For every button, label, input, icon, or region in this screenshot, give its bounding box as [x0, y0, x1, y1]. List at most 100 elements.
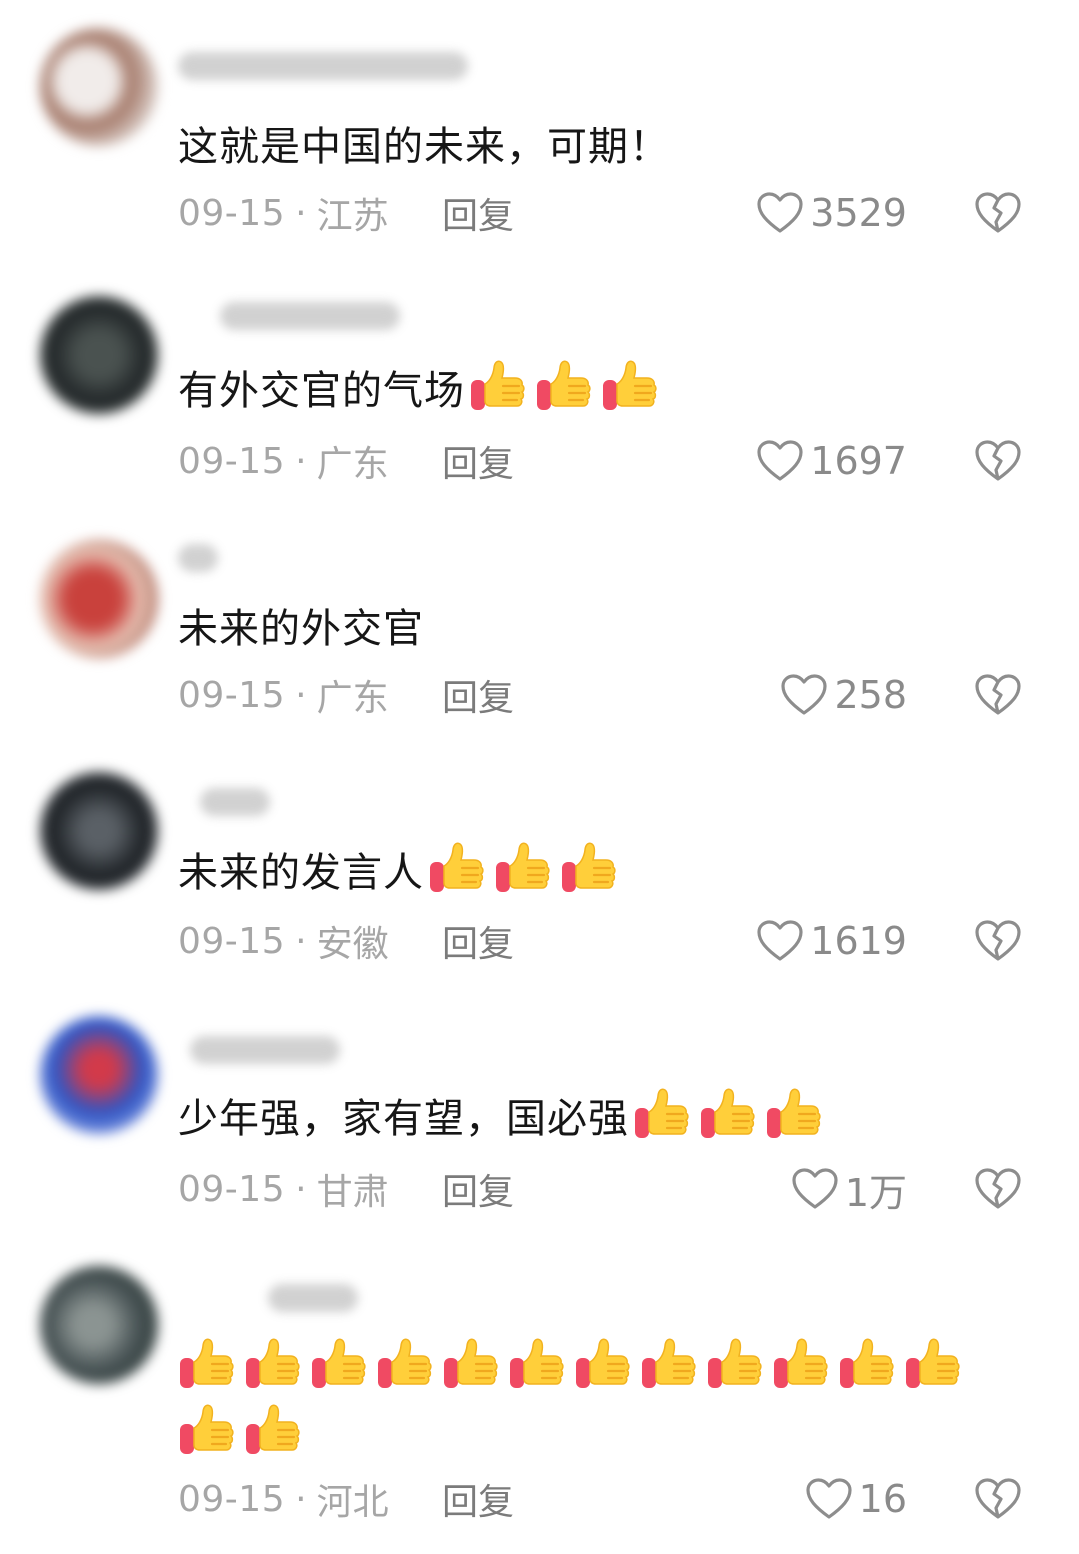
comment-meta: 09-15 · 河北 — [178, 1474, 389, 1524]
comment-location: 江苏 — [316, 196, 389, 237]
like-count: 16 — [858, 1477, 907, 1521]
comment-date: 09-15 — [178, 192, 286, 234]
dislike-button[interactable] — [974, 1474, 1022, 1524]
like-button[interactable]: 1619 — [756, 916, 907, 966]
thumbs-up-emoji — [178, 1400, 236, 1458]
thumbs-up-emoji — [428, 838, 486, 896]
reply-button[interactable]: 回复 — [442, 188, 514, 238]
emoji-group — [469, 356, 659, 414]
comment-date: 09-15 — [178, 1478, 286, 1520]
comment-location: 广东 — [316, 444, 389, 485]
comment-text: 未来的发言人 — [178, 838, 1019, 904]
broken-heart-icon — [974, 191, 1022, 235]
comment-date: 09-15 — [178, 674, 286, 716]
thumbs-up-emoji — [178, 1334, 236, 1392]
dislike-button[interactable] — [974, 1164, 1022, 1214]
thumbs-up-emoji — [904, 1334, 962, 1392]
comment-date: 09-15 — [178, 440, 286, 482]
avatar[interactable] — [40, 540, 158, 658]
thumbs-up-emoji — [699, 1084, 757, 1142]
comment-date: 09-15 — [178, 920, 286, 962]
comment-location: 安徽 — [316, 924, 389, 965]
dislike-button[interactable] — [974, 670, 1022, 720]
reply-button[interactable]: 回复 — [442, 1164, 514, 1214]
like-count: 1619 — [810, 919, 907, 963]
thumbs-up-emoji — [469, 356, 527, 414]
thumbs-up-emoji — [772, 1334, 830, 1392]
comment-text: 未来的外交官 — [178, 606, 424, 652]
comment-meta: 09-15 · 广东 — [178, 670, 389, 720]
username-blurred[interactable] — [200, 788, 270, 816]
thumbs-up-emoji — [376, 1334, 434, 1392]
heart-outline-icon — [791, 1167, 839, 1211]
avatar[interactable] — [40, 296, 158, 414]
comment-text: 少年强，家有望，国必强 — [178, 1084, 1019, 1150]
meta-separator: · — [295, 440, 307, 482]
username-blurred[interactable] — [190, 1036, 340, 1064]
like-button[interactable]: 1697 — [756, 436, 907, 486]
avatar[interactable] — [40, 1266, 158, 1384]
comment-meta: 09-15 · 安徽 — [178, 916, 389, 966]
emoji-block — [178, 1334, 978, 1458]
thumbs-up-emoji — [494, 838, 552, 896]
username-blurred[interactable] — [178, 52, 468, 80]
thumbs-up-emoji — [574, 1334, 632, 1392]
broken-heart-icon — [974, 673, 1022, 717]
broken-heart-icon — [974, 1477, 1022, 1521]
avatar[interactable] — [40, 28, 158, 146]
thumbs-up-emoji — [640, 1334, 698, 1392]
dislike-button[interactable] — [974, 916, 1022, 966]
reply-button[interactable]: 回复 — [442, 436, 514, 486]
thumbs-up-emoji — [601, 356, 659, 414]
thumbs-up-emoji — [244, 1334, 302, 1392]
like-count: 1697 — [810, 439, 907, 483]
avatar[interactable] — [40, 1016, 158, 1134]
thumbs-up-emoji — [442, 1334, 500, 1392]
like-button[interactable]: 3529 — [756, 188, 907, 238]
broken-heart-icon — [974, 439, 1022, 483]
heart-outline-icon — [805, 1477, 853, 1521]
comment-meta: 09-15 · 甘肃 — [178, 1164, 389, 1214]
comment-meta: 09-15 · 广东 — [178, 436, 389, 486]
thumbs-up-emoji — [535, 356, 593, 414]
username-blurred[interactable] — [268, 1284, 358, 1312]
avatar[interactable] — [40, 772, 158, 890]
meta-separator: · — [295, 920, 307, 962]
dislike-button[interactable] — [974, 188, 1022, 238]
reply-button[interactable]: 回复 — [442, 670, 514, 720]
thumbs-up-emoji — [244, 1400, 302, 1458]
username-blurred[interactable] — [178, 544, 218, 572]
thumbs-up-emoji — [765, 1084, 823, 1142]
reply-button[interactable]: 回复 — [442, 916, 514, 966]
comment-text: 这就是中国的未来，可期！ — [178, 124, 670, 170]
username-blurred[interactable] — [220, 302, 400, 330]
meta-separator: · — [295, 1168, 307, 1210]
comment-location: 广东 — [316, 678, 389, 719]
heart-outline-icon — [756, 919, 804, 963]
emoji-group — [428, 838, 618, 896]
meta-separator: · — [295, 192, 307, 234]
like-button[interactable]: 1万 — [791, 1164, 907, 1215]
heart-outline-icon — [756, 191, 804, 235]
comment-date: 09-15 — [178, 1168, 286, 1210]
comment-location: 甘肃 — [316, 1172, 389, 1213]
dislike-button[interactable] — [974, 436, 1022, 486]
thumbs-up-emoji — [838, 1334, 896, 1392]
like-count: 1万 — [844, 1170, 907, 1215]
heart-outline-icon — [756, 439, 804, 483]
thumbs-up-emoji — [706, 1334, 764, 1392]
meta-separator: · — [295, 1478, 307, 1520]
thumbs-up-emoji — [633, 1084, 691, 1142]
thumbs-up-emoji — [310, 1334, 368, 1392]
thumbs-up-emoji — [508, 1334, 566, 1392]
comment-text: 有外交官的气场 — [178, 356, 1019, 422]
comment-list: 这就是中国的未来，可期！ 09-15 · 江苏 回复 3529 有外交官的气场 … — [0, 0, 1079, 1554]
reply-button[interactable]: 回复 — [442, 1474, 514, 1524]
like-count: 258 — [834, 673, 907, 717]
broken-heart-icon — [974, 919, 1022, 963]
like-count: 3529 — [810, 191, 907, 235]
like-button[interactable]: 258 — [780, 670, 907, 720]
like-button[interactable]: 16 — [805, 1474, 907, 1524]
thumbs-up-emoji — [560, 838, 618, 896]
comment-meta: 09-15 · 江苏 — [178, 188, 389, 238]
